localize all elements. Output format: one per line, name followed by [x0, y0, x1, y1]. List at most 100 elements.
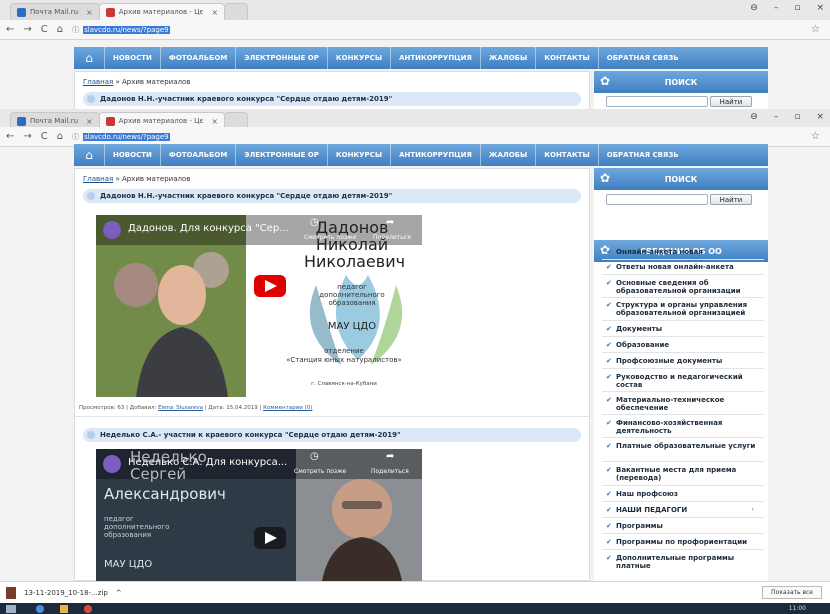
folder-taskbar-icon[interactable] — [60, 604, 68, 613]
minimize-button[interactable]: – — [774, 3, 779, 13]
menu-item-survey-answers[interactable]: ✔ Ответы новая онлайн-анкета — [606, 263, 764, 271]
chevron-up-icon[interactable]: ^ — [116, 589, 122, 597]
home-nav-icon[interactable]: ⌂ — [74, 51, 104, 65]
menu-item-career-programs[interactable]: ✔ Программы по профориентации — [606, 538, 764, 546]
back-icon[interactable]: ← — [6, 131, 14, 142]
watch-later-button[interactable]: Смотреть позже — [294, 468, 346, 475]
article-header[interactable]: Дадонов Н.Н.-участник краевого конкурса … — [83, 189, 581, 203]
nav-anticorruption[interactable]: АНТИКОРРУПЦИЯ — [390, 144, 480, 166]
menu-item-documents[interactable]: ✔ Документы — [606, 325, 764, 333]
app-taskbar-icon[interactable] — [84, 604, 92, 613]
tab-mail-background[interactable]: Почта Mail.ru × — [10, 3, 100, 20]
close-icon[interactable]: × — [86, 8, 93, 17]
video-embed[interactable]: Дадонов. Для конкурса "Сер... Смотреть п… — [96, 215, 422, 397]
nav-contacts[interactable]: КОНТАКТЫ — [535, 144, 597, 166]
nav-contests[interactable]: КОНКУРСЫ — [326, 47, 390, 69]
info-icon[interactable]: ⓘ — [72, 132, 79, 142]
bookmark-star-icon[interactable]: ☆ — [811, 24, 820, 35]
menu-item-staff[interactable]: ✔ Руководство и педагогический состав — [606, 373, 764, 389]
search-header: ✿ ПОИСК — [594, 168, 768, 190]
search-button[interactable]: Найти — [710, 194, 752, 205]
menu-item-programs[interactable]: ✔ Программы — [606, 522, 764, 530]
author-link[interactable]: Elena_Slusareva — [158, 405, 203, 411]
forward-icon[interactable]: → — [23, 24, 31, 35]
breadcrumb-home-link[interactable]: Главная — [83, 175, 113, 183]
search-button[interactable]: Найти — [710, 96, 752, 107]
check-icon: ✔ — [606, 341, 612, 349]
menu-item-our-teachers[interactable]: ✔ НАШИ ПЕДАГОГИ › — [606, 506, 764, 514]
profile-icon[interactable]: ⊖ — [750, 3, 758, 13]
nav-contacts[interactable]: КОНТАКТЫ — [535, 47, 597, 69]
home-icon[interactable]: ⌂ — [57, 131, 63, 142]
nav-electronic-resources[interactable]: ЭЛЕКТРОННЫЕ ОР — [235, 47, 327, 69]
minimize-button[interactable]: – — [774, 112, 779, 122]
new-tab-button[interactable] — [224, 3, 249, 20]
search-input[interactable] — [606, 194, 708, 205]
menu-item-basic-info[interactable]: ✔ Основные сведения об образовательной ор… — [606, 279, 764, 295]
menu-item-paid-programs[interactable]: ✔ Дополнительные программы платные — [606, 554, 764, 570]
nav-anticorruption[interactable]: АНТИКОРРУПЦИЯ — [390, 47, 480, 69]
breadcrumb-home-link[interactable]: Главная — [83, 78, 113, 86]
menu-item-union-documents[interactable]: ✔ Профсоюзные документы — [606, 357, 764, 365]
close-icon[interactable]: × — [211, 117, 218, 126]
menu-item-education[interactable]: ✔ Образование — [606, 341, 764, 349]
home-icon[interactable]: ⌂ — [57, 24, 63, 35]
clock-icon[interactable]: ◷ — [310, 451, 319, 462]
forward-icon[interactable]: → — [23, 131, 31, 142]
profile-icon[interactable]: ⊖ — [750, 112, 758, 122]
article-header[interactable]: Дадонов Н.Н.-участник краевого конкурса … — [83, 92, 581, 106]
comments-link[interactable]: Комментарии (0) — [263, 405, 312, 411]
menu-item-structure[interactable]: ✔ Структура и органы управления образоват… — [606, 301, 764, 317]
start-icon[interactable] — [6, 604, 16, 613]
download-filename[interactable]: 13-11-2019_10-18-...zip — [24, 589, 108, 597]
nav-complaints[interactable]: ЖАЛОБЫ — [479, 144, 535, 166]
menu-item-online-survey[interactable]: ✔ Онлайн-анкета новая — [606, 248, 764, 256]
nav-news[interactable]: НОВОСТИ — [104, 47, 160, 69]
search-input[interactable] — [606, 96, 708, 107]
nav-complaints[interactable]: ЖАЛОБЫ — [479, 47, 535, 69]
close-icon[interactable]: × — [211, 8, 218, 17]
check-icon: ✔ — [606, 554, 612, 562]
nav-photoalbum[interactable]: ФОТОАЛЬБОМ — [159, 47, 235, 69]
nav-news[interactable]: НОВОСТИ — [104, 144, 160, 166]
bookmark-star-icon[interactable]: ☆ — [811, 131, 820, 142]
nav-feedback[interactable]: ОБРАТНАЯ СВЯЗЬ — [597, 144, 687, 166]
window-close-button[interactable]: × — [816, 3, 824, 13]
url-field[interactable]: ⓘ slavcdo.ru/news/?page9 — [72, 129, 824, 144]
reload-icon[interactable]: C — [41, 24, 48, 35]
menu-label: Основные сведения об образовательной орг… — [616, 279, 741, 295]
url-field[interactable]: ⓘ slavcdo.ru/news/?page9 — [72, 22, 824, 37]
menu-item-our-union[interactable]: ✔ Наш профсоюз — [606, 490, 764, 498]
info-icon[interactable]: ⓘ — [72, 25, 79, 35]
video-title[interactable]: Дадонов. Для конкурса "Сер... — [128, 223, 289, 234]
url-text[interactable]: slavcdo.ru/news/?page9 — [83, 132, 170, 141]
home-nav-icon[interactable]: ⌂ — [74, 148, 104, 162]
check-icon: ✔ — [606, 538, 612, 546]
video-embed[interactable]: Неделько С.А. Для конкурса... Смотреть п… — [96, 449, 422, 581]
menu-item-paid-services[interactable]: ✔ Платные образовательные услуги — [606, 442, 764, 450]
show-all-downloads-button[interactable]: Показать все — [762, 586, 822, 599]
divider — [602, 320, 764, 321]
menu-item-vacancies[interactable]: ✔ Вакантные места для приема (перевода) — [606, 466, 764, 482]
nav-electronic-resources[interactable]: ЭЛЕКТРОННЫЕ ОР — [235, 144, 327, 166]
article-title[interactable]: Дадонов Н.Н.-участник краевого конкурса … — [100, 192, 392, 200]
share-button[interactable]: Поделиться — [371, 468, 409, 475]
nav-photoalbum[interactable]: ФОТОАЛЬБОМ — [159, 144, 235, 166]
window-close-button[interactable]: × — [816, 112, 824, 122]
menu-item-facilities[interactable]: ✔ Материально-техническое обеспечение — [606, 396, 764, 412]
browser-taskbar-icon[interactable] — [36, 604, 44, 613]
article-title[interactable]: Дадонов Н.Н.-участник краевого конкурса … — [100, 95, 392, 103]
nav-contests[interactable]: КОНКУРСЫ — [326, 144, 390, 166]
tab-archive-background[interactable]: Архив материалов - Цє × — [98, 3, 226, 20]
maximize-button[interactable]: ▫ — [794, 3, 800, 13]
url-text[interactable]: slavcdo.ru/news/?page9 — [83, 25, 170, 34]
back-icon[interactable]: ← — [6, 24, 14, 35]
close-icon[interactable]: × — [86, 117, 93, 126]
nav-feedback[interactable]: ОБРАТНАЯ СВЯЗЬ — [597, 47, 687, 69]
menu-item-finance[interactable]: ✔ Финансово-хозяйственная деятельность — [606, 419, 764, 435]
article-header[interactable]: Неделько С.А.- участни к краевого конкур… — [83, 428, 581, 442]
share-arrow-icon[interactable]: ➦ — [386, 451, 394, 462]
reload-icon[interactable]: C — [41, 131, 48, 142]
article-title[interactable]: Неделько С.А.- участни к краевого конкур… — [100, 431, 401, 439]
maximize-button[interactable]: ▫ — [794, 112, 800, 122]
